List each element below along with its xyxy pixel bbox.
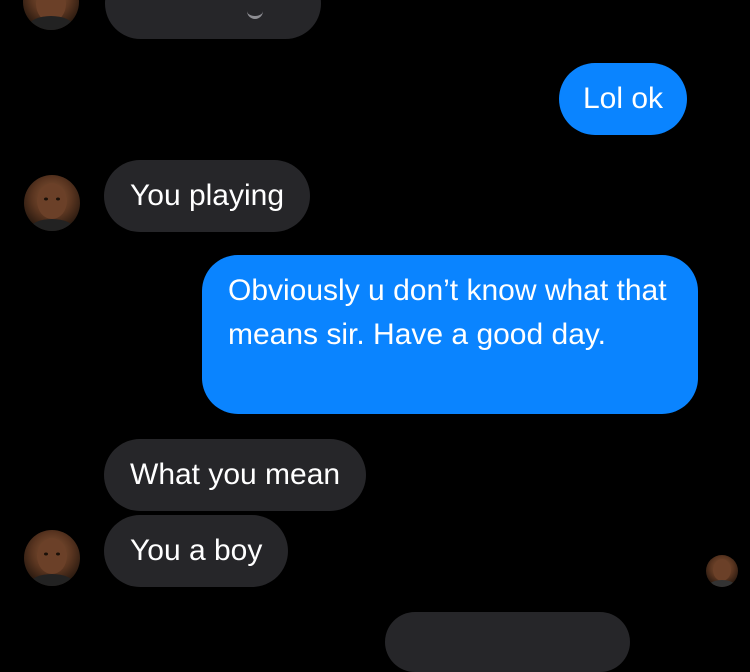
message-bubble-outgoing[interactable]: Lol ok [559, 63, 688, 135]
contact-avatar-icon[interactable] [23, 0, 79, 30]
message-bubble-incoming[interactable]: You playing [104, 160, 311, 232]
message-bubble-partial[interactable] [385, 612, 630, 672]
message-bubble-incoming[interactable] [105, 0, 321, 39]
message-bubble-outgoing[interactable]: Obviously u don’t know what that means s… [202, 255, 698, 414]
contact-avatar-icon[interactable] [24, 530, 80, 586]
read-receipt-avatar-icon [706, 555, 738, 587]
message-bubble-incoming[interactable]: What you mean [104, 439, 367, 511]
message-bubble-incoming[interactable]: You a boy [104, 515, 289, 587]
contact-avatar-icon[interactable] [24, 175, 80, 231]
